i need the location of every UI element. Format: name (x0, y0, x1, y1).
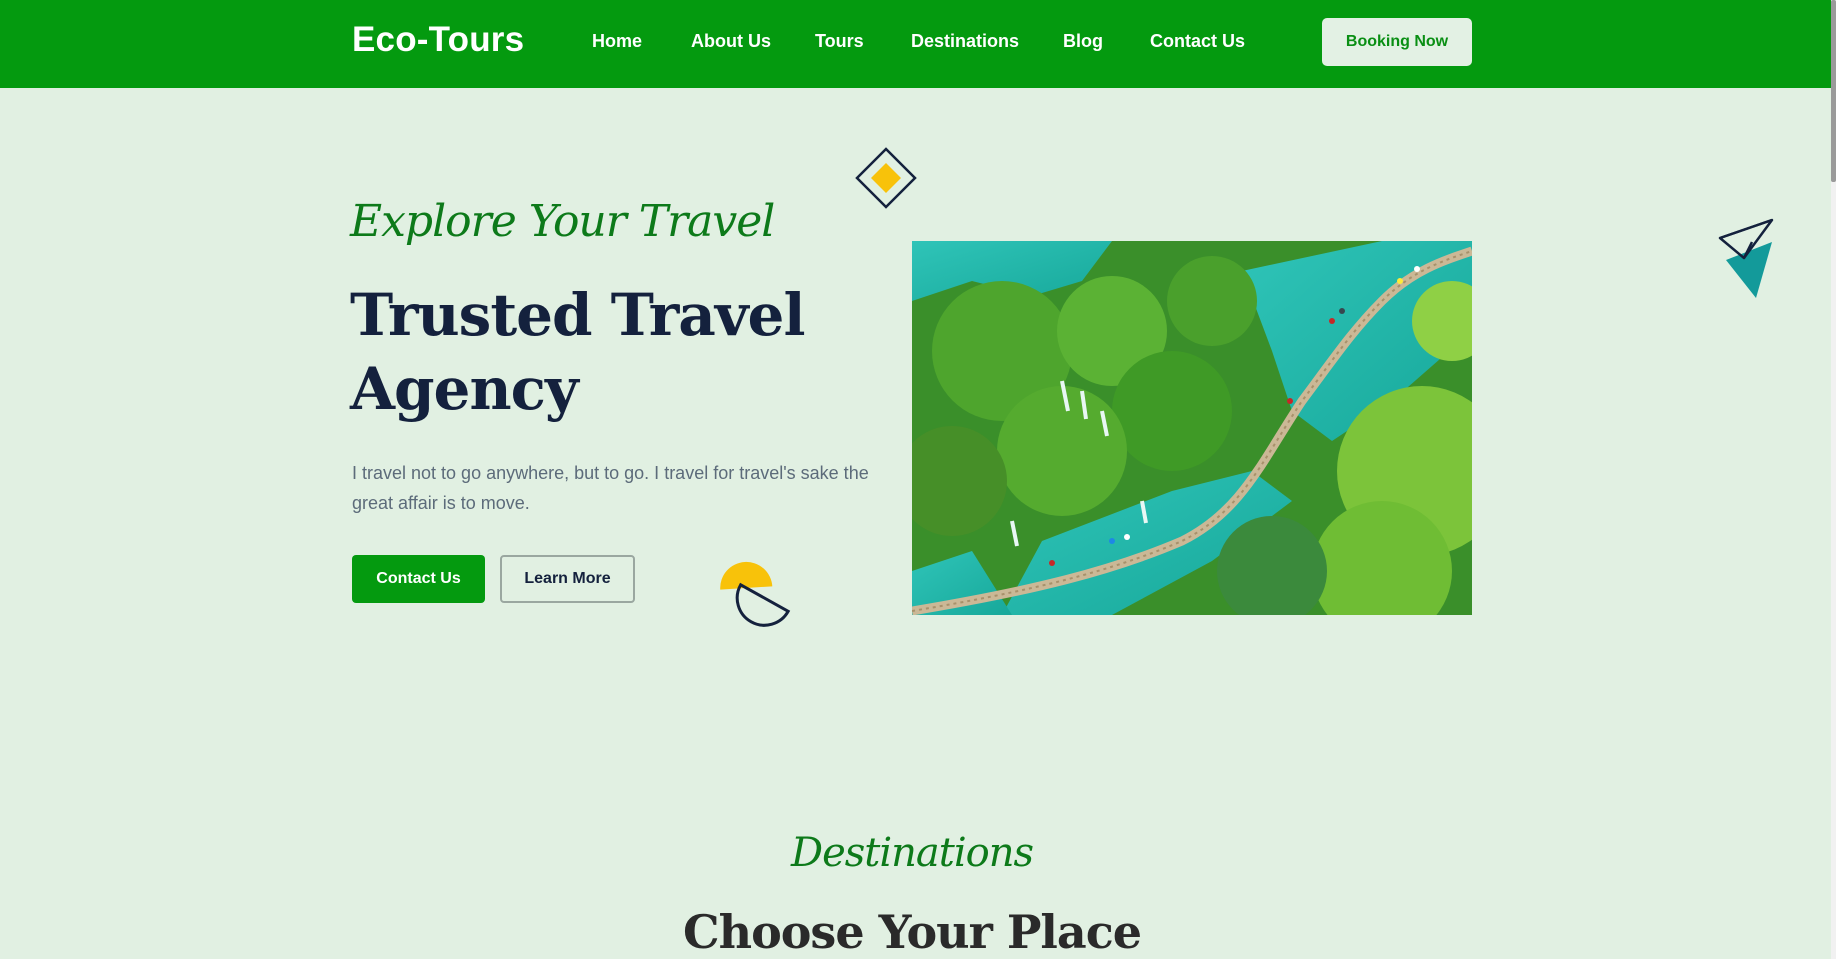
top-navbar: Eco-Tours Home About Us Tours Destinatio… (0, 0, 1831, 88)
nav-contact-us[interactable]: Contact Us (1150, 31, 1245, 52)
nav-blog[interactable]: Blog (1063, 31, 1103, 52)
learn-more-button[interactable]: Learn More (500, 555, 635, 603)
booking-now-button[interactable]: Booking Now (1322, 18, 1472, 66)
nav-destinations[interactable]: Destinations (911, 31, 1019, 52)
hero-description: I travel not to go anywhere, but to go. … (352, 463, 869, 513)
nav-home[interactable]: Home (592, 31, 642, 52)
contact-us-button[interactable]: Contact Us (352, 555, 485, 603)
half-circles-shape-icon (720, 561, 791, 627)
destinations-eyebrow: Destinations (791, 830, 1034, 876)
hero-eyebrow: Explore Your Travel (350, 196, 775, 247)
nav-tours[interactable]: Tours (815, 31, 864, 52)
diamond-shape-icon (855, 147, 917, 209)
paper-plane-icon (1718, 218, 1774, 298)
hero-image (912, 241, 1472, 615)
destinations-title: Choose Your Place (683, 905, 1142, 959)
hero-title: Trusted Travel Agency (350, 281, 805, 423)
waterfall-boardwalk-photo-icon (912, 241, 1472, 615)
nav-about-us[interactable]: About Us (691, 31, 771, 52)
scrollbar-thumb[interactable] (1831, 0, 1836, 182)
site-logo[interactable]: Eco-Tours (352, 20, 524, 60)
